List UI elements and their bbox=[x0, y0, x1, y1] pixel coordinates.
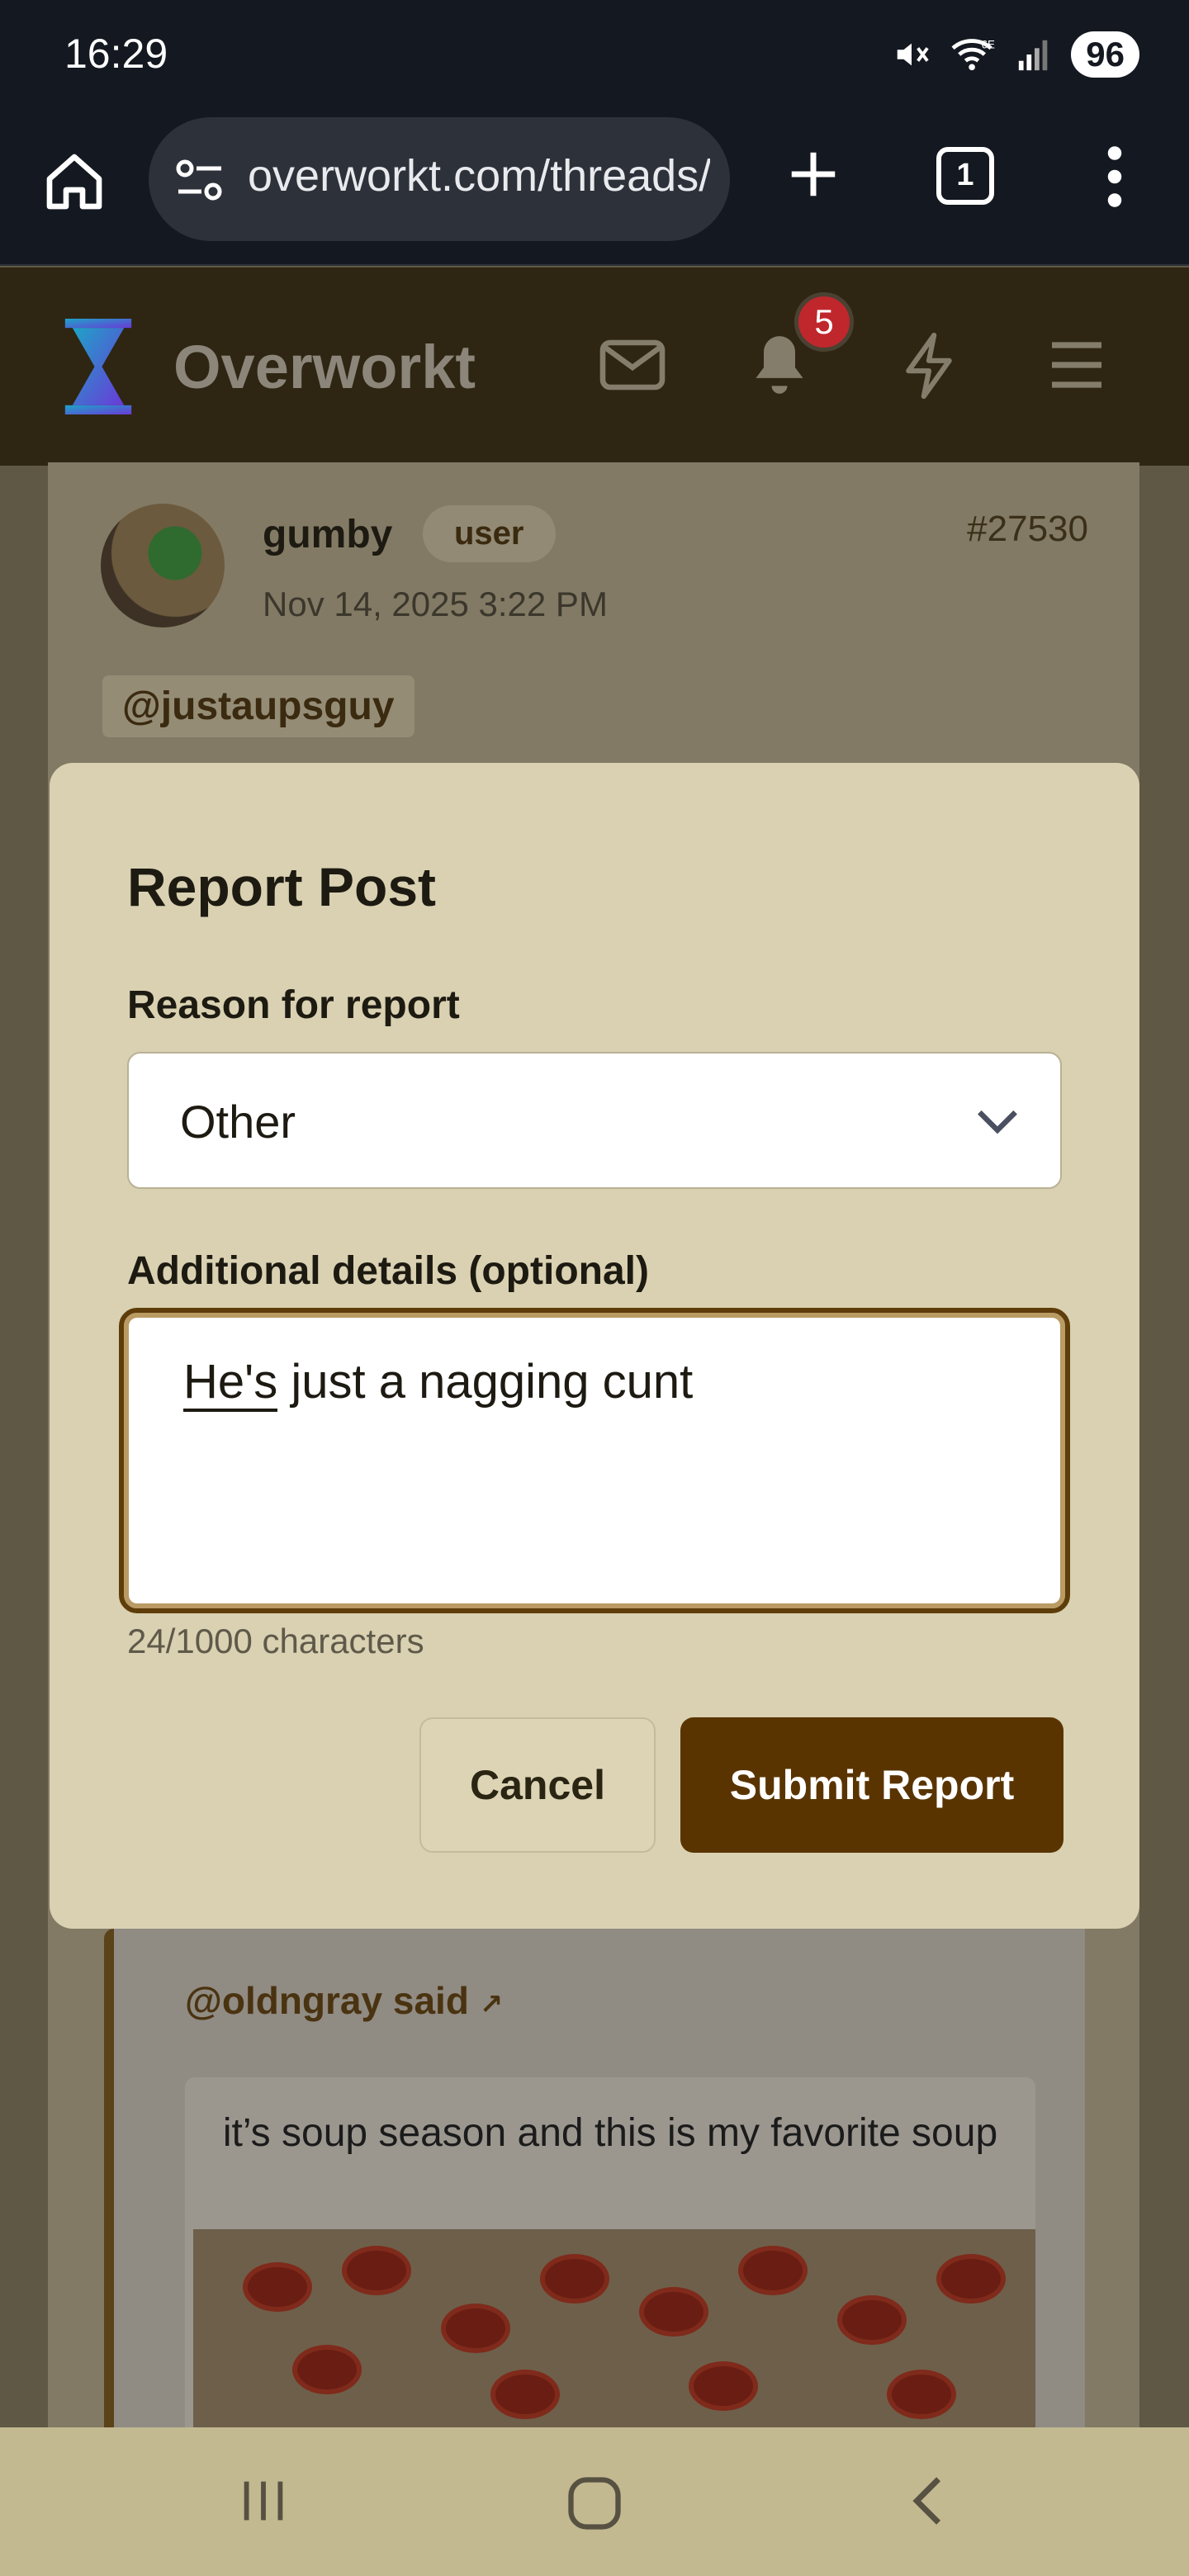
home-nav-icon[interactable] bbox=[563, 2472, 626, 2535]
back-icon[interactable] bbox=[902, 2472, 951, 2530]
battery-indicator: 96 bbox=[1071, 31, 1139, 78]
submit-report-button[interactable]: Submit Report bbox=[680, 1717, 1063, 1853]
hourglass-logo-icon[interactable] bbox=[61, 319, 135, 414]
recent-apps-icon[interactable] bbox=[234, 2472, 292, 2530]
avatar[interactable] bbox=[101, 504, 225, 627]
notification-badge: 5 bbox=[794, 292, 854, 352]
url-text[interactable]: overworkt.com/threads/ bbox=[248, 150, 710, 201]
site-name[interactable]: Overworkt bbox=[173, 332, 476, 402]
quote-embed[interactable]: it’s soup season and this is my favorite… bbox=[185, 2077, 1035, 2441]
mail-icon[interactable] bbox=[598, 335, 667, 395]
post-date: Nov 14, 2025 3:22 PM bbox=[263, 585, 608, 623]
quote-block: @oldngray said ↗ it’s soup season and th… bbox=[104, 1929, 1085, 2441]
quote-author[interactable]: @oldngray said ↗ bbox=[185, 1978, 503, 2023]
reason-select[interactable]: Other bbox=[127, 1052, 1062, 1189]
details-text-rest: just a nagging cunt bbox=[277, 1355, 694, 1409]
system-nav-bar bbox=[0, 2427, 1189, 2576]
more-options-icon[interactable] bbox=[1098, 145, 1131, 208]
home-icon[interactable] bbox=[41, 149, 107, 215]
address-bar[interactable]: overworkt.com/threads/ bbox=[149, 117, 730, 241]
embed-caption: it’s soup season and this is my favorite… bbox=[222, 2111, 998, 2155]
report-post-modal: Report Post Reason for report Other Addi… bbox=[50, 763, 1139, 1929]
modal-title: Report Post bbox=[127, 856, 437, 917]
site-settings-icon[interactable] bbox=[175, 157, 225, 203]
chevron-down-icon bbox=[978, 1110, 1017, 1134]
hamburger-menu-icon[interactable] bbox=[1047, 339, 1106, 391]
details-textarea[interactable]: He's just a nagging cunt bbox=[119, 1308, 1070, 1613]
network-label: 6E bbox=[982, 38, 995, 50]
new-tab-icon[interactable] bbox=[784, 145, 842, 203]
char-count: 24/1000 characters bbox=[127, 1622, 424, 1660]
signal-icon bbox=[1019, 40, 1048, 71]
details-label: Additional details (optional) bbox=[127, 1249, 649, 1293]
post-number[interactable]: #27530 bbox=[967, 509, 1088, 550]
status-bar: 16:29 6E 96 bbox=[0, 0, 1189, 109]
site-header: Overworkt 5 bbox=[0, 268, 1189, 466]
tab-switcher-button[interactable]: 1 bbox=[936, 147, 994, 205]
status-time: 16:29 bbox=[64, 31, 168, 77]
post-author[interactable]: gumby bbox=[263, 512, 392, 557]
lightning-icon[interactable] bbox=[898, 329, 959, 403]
reason-select-value: Other bbox=[180, 1096, 296, 1148]
quote-author-label: @oldngray said bbox=[185, 1979, 469, 2022]
wifi-icon: 6E bbox=[951, 38, 995, 71]
details-text: He's just a nagging cunt bbox=[183, 1354, 694, 1412]
mention-chip[interactable]: @justaupsguy bbox=[102, 675, 414, 737]
browser-toolbar: overworkt.com/threads/ 1 bbox=[0, 109, 1189, 266]
reason-label: Reason for report bbox=[127, 983, 460, 1027]
external-link-icon[interactable]: ↗ bbox=[480, 1989, 504, 2020]
role-badge: user bbox=[423, 505, 556, 562]
status-icons: 6E 96 bbox=[893, 31, 1139, 78]
cancel-button[interactable]: Cancel bbox=[419, 1717, 656, 1853]
mute-icon bbox=[898, 43, 929, 66]
spellcheck-word[interactable]: He's bbox=[183, 1355, 278, 1412]
embed-image[interactable] bbox=[193, 2229, 1035, 2441]
